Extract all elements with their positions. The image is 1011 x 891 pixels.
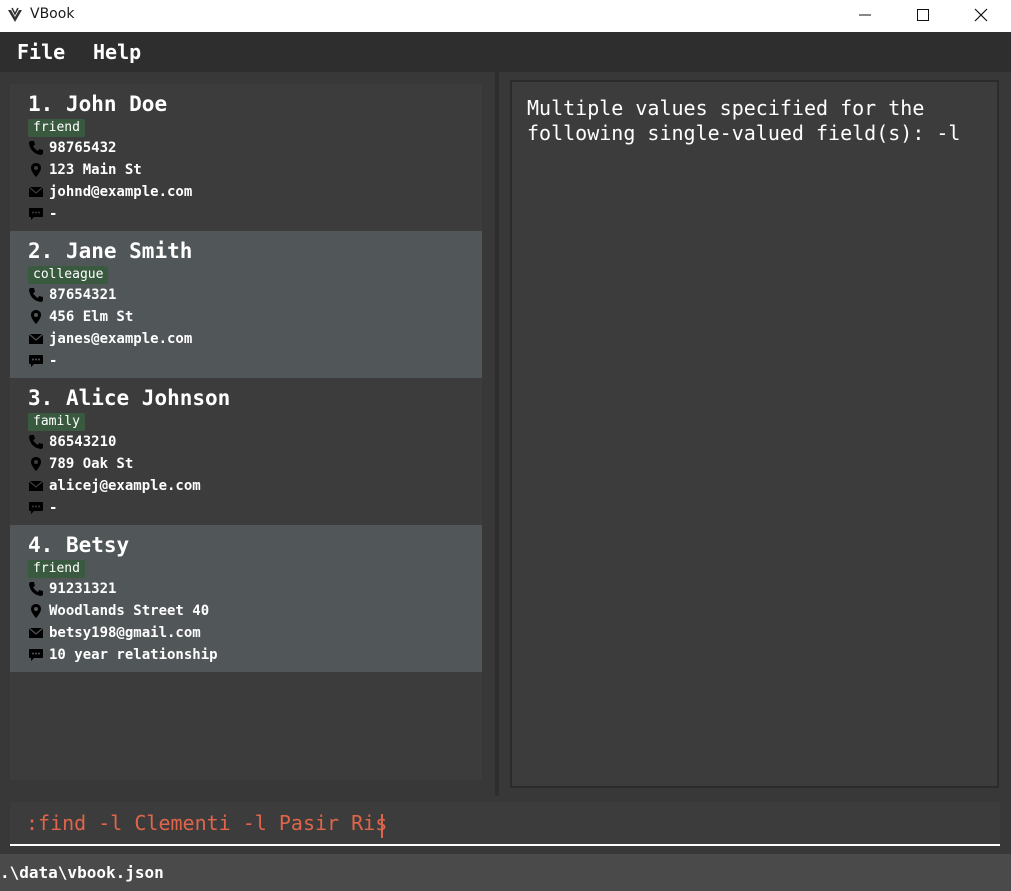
contact-list-pane: 1. John Doe friend 98765432 123 Main St …	[0, 72, 495, 796]
contact-remark: -	[49, 206, 58, 222]
contact-phone: 98765432	[49, 140, 117, 156]
address-row: Woodlands Street 40	[28, 602, 209, 620]
email-row: alicej@example.com	[28, 477, 201, 495]
speech-bubble-icon	[29, 208, 43, 220]
email-icon	[28, 333, 44, 344]
email-row: johnd@example.com	[28, 183, 192, 201]
contact-tag: colleague	[28, 266, 109, 284]
contact-address: Woodlands Street 40	[49, 603, 210, 619]
window-title: VBook	[30, 6, 75, 22]
command-input[interactable]	[10, 802, 1000, 846]
email-icon	[28, 480, 44, 491]
save-file-path: .\data\vbook.json	[0, 863, 164, 882]
contact-remark: -	[49, 500, 58, 516]
remark-row: -	[28, 352, 57, 370]
menu-bar: File Help	[0, 32, 1011, 72]
contact-address: 789 Oak St	[49, 456, 134, 472]
result-display[interactable]: Multiple values specified for the follow…	[510, 80, 999, 788]
minimize-icon	[859, 14, 871, 16]
address-row: 123 Main St	[28, 161, 142, 179]
email-row: betsy198@gmail.com	[28, 624, 201, 642]
app-logo-icon	[8, 7, 22, 22]
phone-icon	[29, 288, 43, 302]
location-pin-icon	[31, 457, 41, 471]
location-pin-icon	[31, 310, 41, 324]
phone-icon	[29, 435, 43, 449]
text-caret	[381, 814, 383, 838]
phone-row: 86543210	[28, 433, 116, 451]
contact-tag: friend	[28, 560, 85, 578]
command-box-area	[0, 796, 1011, 854]
contact-remark: 10 year relationship	[49, 647, 218, 663]
contact-address: 456 Elm St	[49, 309, 134, 325]
result-message: Multiple values specified for the follow…	[527, 96, 961, 145]
contact-phone: 91231321	[49, 581, 117, 597]
close-button[interactable]	[952, 0, 1010, 30]
remark-row: 10 year relationship	[28, 646, 218, 664]
phone-row: 87654321	[28, 286, 116, 304]
contact-tag: family	[28, 413, 85, 431]
contact-address: 123 Main St	[49, 162, 142, 178]
speech-bubble-icon	[29, 649, 43, 661]
contact-name: 3. Alice Johnson	[28, 386, 231, 410]
remark-row: -	[28, 205, 57, 223]
phone-row: 98765432	[28, 139, 116, 157]
contact-card[interactable]: 1. John Doe friend 98765432 123 Main St …	[10, 84, 482, 231]
contact-email: betsy198@gmail.com	[49, 625, 201, 641]
minimize-button[interactable]	[836, 0, 894, 30]
contact-name: 1. John Doe	[28, 92, 168, 116]
contact-name: 4. Betsy	[28, 533, 130, 557]
remark-row: -	[28, 499, 57, 517]
phone-icon	[29, 582, 43, 596]
contact-name: 2. Jane Smith	[28, 239, 193, 263]
menu-help[interactable]: Help	[93, 40, 141, 64]
email-icon	[28, 627, 44, 638]
contact-phone: 86543210	[49, 434, 117, 450]
speech-bubble-icon	[29, 502, 43, 514]
email-icon	[28, 186, 44, 197]
location-pin-icon	[31, 604, 41, 618]
address-row: 456 Elm St	[28, 308, 133, 326]
maximize-button[interactable]	[894, 0, 952, 30]
contact-list[interactable]: 1. John Doe friend 98765432 123 Main St …	[10, 84, 482, 780]
phone-row: 91231321	[28, 580, 116, 598]
email-row: janes@example.com	[28, 330, 192, 348]
maximize-icon	[917, 9, 929, 21]
contact-remark: -	[49, 353, 58, 369]
close-icon	[974, 8, 988, 22]
contact-email: alicej@example.com	[49, 478, 201, 494]
contact-phone: 87654321	[49, 287, 117, 303]
contact-card[interactable]: 3. Alice Johnson family 86543210 789 Oak…	[10, 378, 482, 525]
location-pin-icon	[31, 163, 41, 177]
result-pane: Multiple values specified for the follow…	[499, 72, 1011, 796]
menu-file[interactable]: File	[17, 40, 65, 64]
contact-card[interactable]: 4. Betsy friend 91231321 Woodlands Stree…	[10, 525, 482, 672]
contact-tag: friend	[28, 119, 85, 137]
phone-icon	[29, 141, 43, 155]
speech-bubble-icon	[29, 355, 43, 367]
address-row: 789 Oak St	[28, 455, 133, 473]
contact-email: janes@example.com	[49, 331, 193, 347]
title-bar: VBook	[0, 0, 1011, 32]
contact-card[interactable]: 2. Jane Smith colleague 87654321 456 Elm…	[10, 231, 482, 378]
status-bar: .\data\vbook.json	[0, 854, 1011, 891]
contact-email: johnd@example.com	[49, 184, 193, 200]
